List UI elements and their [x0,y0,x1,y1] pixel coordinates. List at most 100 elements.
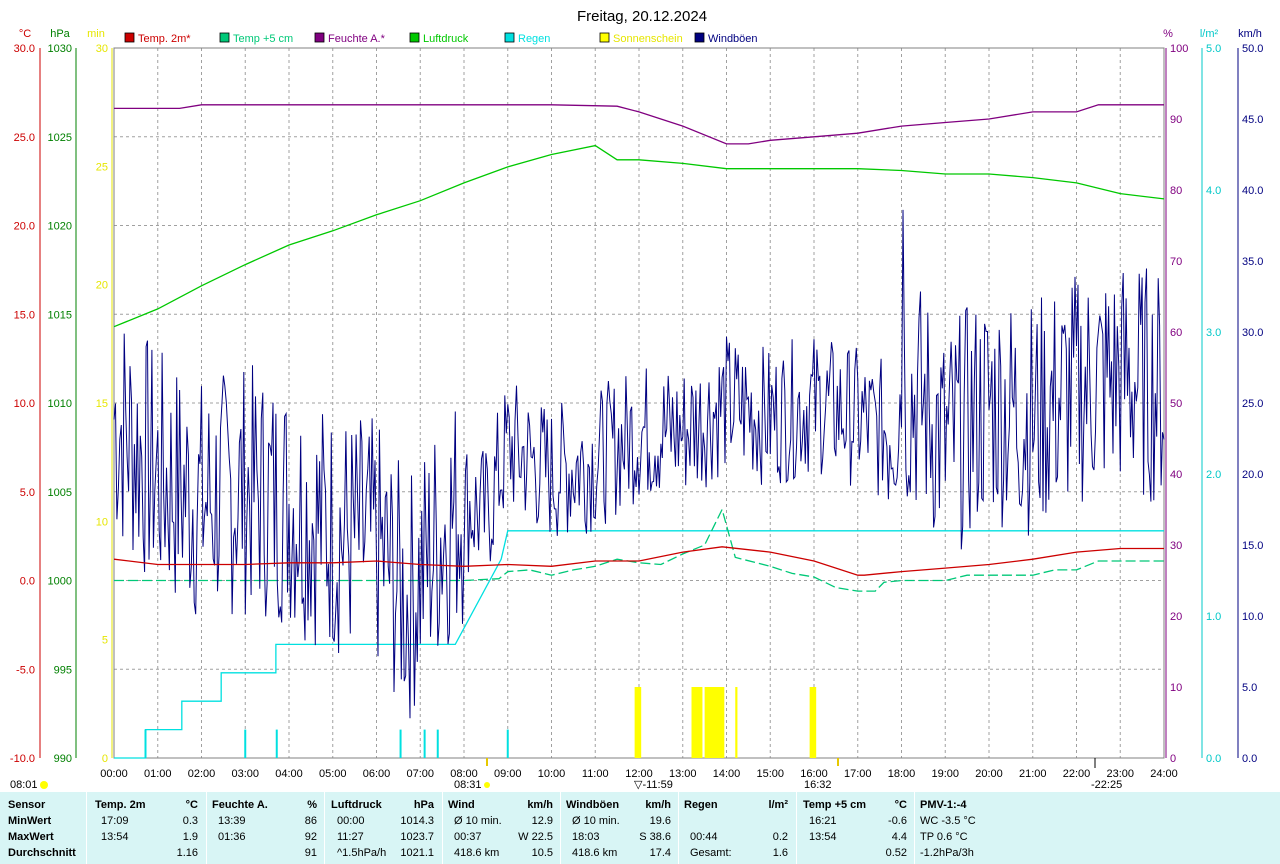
temp-axis-tick: 25.0 [14,132,35,144]
col-temp2m-unit: °C [185,799,198,811]
col-sensor-label: MinWert [8,815,52,827]
sunshine-bar [634,687,642,758]
wind-axis-tick: 40.0 [1242,185,1263,197]
col-gusts-header: Windböen [566,799,620,811]
col-wind-value: W 22.5 [518,831,553,843]
pressure-axis-tick: 1015 [48,309,72,321]
legend-swatch [314,32,325,43]
humidity-axis-tick: 40 [1170,469,1182,481]
sunshine-axis-tick: 5 [102,635,108,647]
col-wind-header: Wind [448,799,475,811]
x-axis-tick: 18:00 [888,768,916,780]
col-humidity-label: 13:39 [218,815,246,827]
col-rain-label: 00:44 [690,831,718,843]
col-wind-value: 12.9 [531,815,553,827]
temp-axis-tick: 10.0 [14,398,35,410]
temp-axis-tick: -10.0 [10,753,35,765]
col-gusts-value: 19.6 [649,815,671,827]
temp-axis-tick: 30.0 [14,43,35,55]
sunset-time: 16:32 [804,779,832,791]
col-pmv-label: WC -3.5 °C [920,815,976,827]
grid [113,47,1165,759]
humidity-axis-tick: 20 [1170,611,1182,623]
column-separator [796,792,797,864]
x-axis-tick: 14:00 [713,768,741,780]
x-axis-tick: 15:00 [756,768,784,780]
col-rain-value: 0.2 [772,831,788,843]
x-axis-tick: 17:00 [844,768,872,780]
axis-unit-label: km/h [1238,28,1262,40]
sunshine-axis-tick: 15 [96,398,108,410]
pressure-axis-tick: 1025 [48,132,72,144]
x-axis-tick: 00:00 [100,768,128,780]
pressure-axis-tick: 1005 [48,487,72,499]
x-axis-tick: 03:00 [231,768,259,780]
col-gusts-value: S 38.6 [639,831,671,843]
legend-swatch [599,32,610,43]
legend-swatch [124,32,135,43]
column-separator [560,792,561,864]
pressure-axis-tick: 990 [54,753,72,765]
rain-axis-tick: 1.0 [1206,611,1221,623]
temp-axis-tick: 5.0 [20,487,35,499]
rain-axis-tick: 3.0 [1206,327,1221,339]
col-gusts-label: 418.6 km [572,847,618,859]
col-temp2m-value: 0.3 [182,815,198,827]
column-separator [206,792,207,864]
col-humidity-value: 86 [304,815,317,827]
statistics-panel: Sensor MinWert MaxWert Durchschnitt Temp. 2m… [0,792,1280,864]
humidity-axis-tick: 50 [1170,398,1182,410]
col-humidity-label: 01:36 [218,831,246,843]
col-temp2m-value: 1.9 [182,831,198,843]
legend-swatch [504,32,515,43]
col-humidity-value: 91 [304,847,317,859]
col-pressure-label: ^1.5hPa/h [337,847,387,859]
col-pmv-header: PMV-1:-4 [920,799,967,811]
legend-label: Temp +5 cm [233,33,293,45]
x-axis-tick: 06:00 [363,768,391,780]
col-wind-value: 10.5 [531,847,553,859]
col-wind-label: 418.6 km [454,847,500,859]
temp-axis-tick: 20.0 [14,221,35,233]
x-axis-tick: 11:00 [582,768,609,780]
col-rain-value: 1.6 [772,847,788,859]
legend-label: Regen [518,33,550,45]
pressure-axis-tick: 1010 [48,398,72,410]
col-rain-header: Regen [684,799,718,811]
chart-title: Freitag, 20.12.2024 [577,8,707,25]
col-gusts-label: Ø 10 min. [572,815,620,827]
humidity-axis-tick: 80 [1170,185,1182,197]
legend-label: Sonnenschein [613,33,683,45]
col-temp2m-header: Temp. 2m [95,799,146,811]
wind-axis-tick: 50.0 [1242,43,1263,55]
col-gusts-unit: km/h [645,799,671,811]
x-axis-tick: 10:00 [538,768,566,780]
x-axis-tick: 21:00 [1019,768,1047,780]
axis-unit-label: min [87,28,105,40]
x-axis-tick: 02:00 [188,768,216,780]
legend-swatch [219,32,230,43]
col-humidity-value: 92 [304,831,317,843]
x-axis-tick: 01:00 [144,768,172,780]
col-wind-label: Ø 10 min. [454,815,502,827]
wind-axis-tick: 45.0 [1242,114,1263,126]
temp-axis-tick: 15.0 [14,309,35,321]
x-axis-tick: 24:00 [1150,768,1178,780]
column-separator [678,792,679,864]
humidity-axis-tick: 70 [1170,256,1182,268]
axis-unit-label: hPa [50,28,70,40]
legend-label: Windböen [708,33,758,45]
sunshine-axis-tick: 20 [96,280,108,292]
sunshine-axis-tick: 30 [96,43,108,55]
col-temp5cm-label: 16:21 [809,815,837,827]
col-temp5cm-value: 4.4 [891,831,907,843]
col-rain-label: Gesamt: [690,847,732,859]
sunrise-time: 08:31 [454,779,482,791]
wind-axis-tick: 20.0 [1242,469,1263,481]
x-axis-tick: 20:00 [975,768,1003,780]
pressure-axis-tick: 1020 [48,221,72,233]
moonrise-icon [40,781,48,789]
moonrise-time: 08:01 [10,779,38,791]
sunrise-icon [484,782,490,788]
col-humidity-unit: % [307,799,317,811]
